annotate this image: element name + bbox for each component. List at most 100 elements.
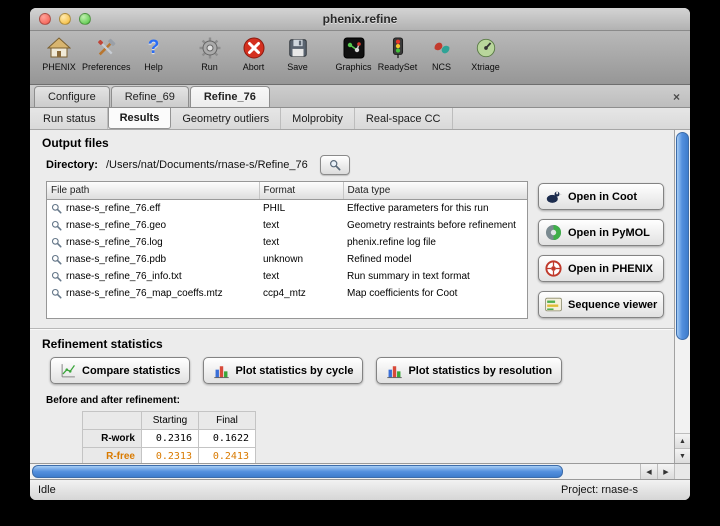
toolbar-save-button[interactable]: Save [277,34,319,72]
stat-button-label: Plot statistics by resolution [408,365,552,377]
plot-statistics-by-resolution-button[interactable]: Plot statistics by resolution [376,357,562,384]
vertical-scrollbar[interactable]: ▲ ▼ [674,130,690,463]
file-path: rnase-s_refine_76_info.txt [66,271,182,282]
browse-directory-button[interactable] [320,155,350,175]
toolbar-run-button[interactable]: Run [189,34,231,72]
file-format: unknown [259,251,343,268]
sequence-viewer-button[interactable]: Sequence viewer [538,291,664,318]
stats-row-r-free: R-free 0.2313 0.2413 [83,448,256,464]
toolbar-label: Preferences [82,62,131,72]
vertical-scrollbar-arrows: ▲ ▼ [675,433,690,463]
horizontal-scrollbar-thumb[interactable] [32,465,563,478]
scroll-down-icon[interactable]: ▼ [675,448,690,463]
plot-statistics-by-cycle-button[interactable]: Plot statistics by cycle [203,357,363,384]
file-path: rnase-s_refine_76.eff [66,203,160,214]
toolbar: PHENIX Preferences ? Help Run Abort [30,31,690,85]
toolbar-readyset-button[interactable]: ReadySet [377,34,419,72]
toolbar-label: Run [201,62,218,72]
action-button-label: Open in PyMOL [568,227,650,239]
toolbar-ncs-button[interactable]: NCS [421,34,463,72]
bar-chart-icon [386,362,403,379]
file-format: ccp4_mtz [259,285,343,302]
scrollbar-corner [674,464,690,479]
file-data-type: Refined model [343,251,527,268]
abort-icon [240,34,267,61]
scroll-up-icon[interactable]: ▲ [675,433,690,448]
bar-chart-icon [213,362,230,379]
toolbar-phenix-button[interactable]: PHENIX [38,34,80,72]
search-icon [329,159,341,171]
results-panel: Output files Directory: /Users/nat/Docum… [30,130,674,463]
file-data-type: Run summary in text format [343,268,527,285]
refinement-stats-table: Starting Final R-work 0.2316 0.1622 R-fr… [82,411,256,463]
tab-refine-69[interactable]: Refine_69 [111,86,189,107]
open-in-phenix-button[interactable]: Open in PHENIX [538,255,664,282]
close-tab-icon[interactable]: × [667,90,686,104]
scroll-right-icon[interactable]: ▶ [657,464,674,479]
directory-value: /Users/nat/Documents/rnase-s/Refine_76 [106,159,308,171]
status-bar: Idle Project: rnase-s [30,479,690,500]
toolbar-preferences-button[interactable]: Preferences [82,34,131,72]
open-in-pymol-button[interactable]: Open in PyMOL [538,219,664,246]
scroll-left-icon[interactable]: ◀ [640,464,657,479]
sequence-icon [544,295,563,314]
horizontal-scrollbar-track[interactable] [30,464,640,479]
window-controls [39,13,91,25]
tab-refine-76[interactable]: Refine_76 [190,86,270,107]
magnifier-icon [51,254,62,265]
toolbar-graphics-button[interactable]: Graphics [333,34,375,72]
zoom-window-button[interactable] [79,13,91,25]
toolbar-label: Graphics [336,62,372,72]
file-path: rnase-s_refine_76.log [66,237,163,248]
files-area: File path Format Data type rnase-s_refin… [46,181,664,319]
toolbar-help-button[interactable]: ? Help [133,34,175,72]
pymol-icon [544,223,563,242]
table-row[interactable]: rnase-s_refine_76.eff PHIL Effective par… [47,200,527,218]
toolbar-xtriage-button[interactable]: Xtriage [465,34,507,72]
column-header-file-path[interactable]: File path [47,182,259,200]
refinement-statistics-heading: Refinement statistics [42,337,664,351]
table-row[interactable]: rnase-s_refine_76.geo text Geometry rest… [47,217,527,234]
action-button-label: Open in Coot [568,191,637,203]
table-row[interactable]: rnase-s_refine_76.log text phenix.refine… [47,234,527,251]
subtab-run-status[interactable]: Run status [32,108,108,129]
status-text: Idle [38,484,56,496]
subtab-results[interactable]: Results [108,108,172,129]
close-window-button[interactable] [39,13,51,25]
action-button-label: Open in PHENIX [568,263,653,275]
directory-label: Directory: [46,159,98,171]
project-label: Project: rnase-s [561,484,682,496]
compare-statistics-button[interactable]: Compare statistics [50,357,190,384]
toolbar-abort-button[interactable]: Abort [233,34,275,72]
horizontal-scrollbar[interactable]: ◀ ▶ [30,463,690,479]
table-row[interactable]: rnase-s_refine_76.pdb unknown Refined mo… [47,251,527,268]
titlebar: phenix.refine [30,8,690,31]
column-header-format[interactable]: Format [259,182,343,200]
column-header-data-type[interactable]: Data type [343,182,527,200]
gauge-icon [472,34,499,61]
toolbar-label: Abort [243,62,265,72]
action-button-label: Sequence viewer [568,299,657,311]
phenix-icon [544,259,563,278]
phenix-refine-window: phenix.refine PHENIX Preferences ? Help … [30,8,690,500]
scatter-chart-icon [60,362,77,379]
table-row[interactable]: rnase-s_refine_76_info.txt text Run summ… [47,268,527,285]
file-format: PHIL [259,200,343,218]
subtab-geometry-outliers[interactable]: Geometry outliers [171,108,281,129]
stats-col-final: Final [199,412,256,430]
file-path: rnase-s_refine_76_map_coeffs.mtz [66,288,223,299]
tab-configure[interactable]: Configure [34,86,110,107]
table-row[interactable]: rnase-s_refine_76_map_coeffs.mtz ccp4_mt… [47,285,527,302]
toolbar-label: NCS [432,62,451,72]
main-tab-bar: Configure Refine_69 Refine_76 × [30,85,690,108]
subtab-molprobity[interactable]: Molprobity [281,108,355,129]
vertical-scrollbar-thumb[interactable] [676,132,689,340]
file-format: text [259,217,343,234]
window-title: phenix.refine [30,12,690,26]
toolbar-label: Xtriage [471,62,500,72]
open-in-coot-button[interactable]: Open in Coot [538,183,664,210]
minimize-window-button[interactable] [59,13,71,25]
file-format: text [259,234,343,251]
subtab-real-space-cc[interactable]: Real-space CC [355,108,453,129]
content-wrap: Output files Directory: /Users/nat/Docum… [30,130,690,463]
